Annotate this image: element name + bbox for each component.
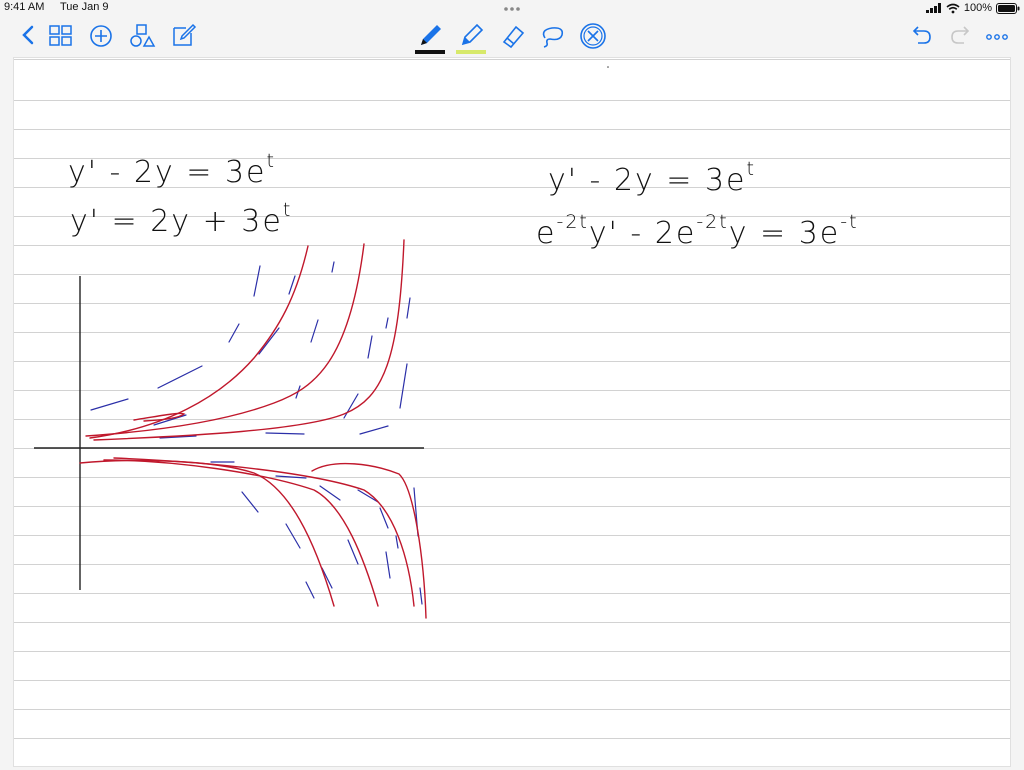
wifi-icon (946, 3, 960, 13)
close-tools-icon (580, 23, 606, 49)
thumbnails-button[interactable] (44, 18, 78, 52)
pen-icon (415, 25, 445, 54)
slope-mark (228, 323, 240, 343)
slope-mark (406, 297, 411, 319)
slope-mark (157, 365, 203, 389)
lasso-icon (542, 27, 564, 48)
toolbar (0, 16, 1024, 58)
back-icon (22, 25, 34, 45)
more-icon (986, 34, 1008, 40)
slope-mark (331, 261, 335, 273)
solution-curves (79, 239, 427, 619)
slope-mark (275, 475, 307, 479)
shapes-icon (130, 24, 156, 47)
redo-icon (951, 26, 970, 44)
solution-curve (89, 245, 309, 439)
close-tools-button[interactable] (576, 18, 610, 52)
note-page[interactable]: y' - 2y = 3et y' = 2y + 3et y' - 2y = 3e… (14, 58, 1010, 766)
undo-icon (912, 26, 931, 44)
slope-mark (319, 485, 341, 501)
shapes-button[interactable] (125, 18, 159, 52)
status-date: Tue Jan 9 (60, 1, 109, 13)
slope-mark (385, 551, 391, 579)
slope-mark (253, 265, 261, 297)
slope-mark (90, 398, 129, 411)
highlighter-tool-button[interactable] (454, 18, 490, 54)
slope-mark (305, 581, 315, 599)
direction-field-sketch (34, 66, 609, 619)
edit-button[interactable] (166, 18, 200, 52)
thumbnails-icon (49, 25, 72, 46)
solution-curve (93, 239, 405, 441)
lasso-tool-button[interactable] (535, 18, 569, 52)
slope-mark (419, 587, 423, 605)
slope-mark (310, 319, 319, 343)
status-indicators: 100% (925, 0, 1020, 16)
solution-curve (311, 462, 427, 619)
solution-curve (79, 459, 335, 607)
stray-dot (607, 66, 609, 68)
add-page-icon (90, 25, 112, 47)
status-time: 9:41 AM (4, 1, 45, 13)
solution-curve (85, 243, 365, 437)
highlighter-icon (456, 23, 486, 54)
eraser-icon (502, 25, 525, 49)
slope-mark (395, 535, 399, 549)
add-page-button[interactable] (84, 18, 118, 52)
slope-mark (285, 523, 301, 549)
slope-mark (347, 539, 359, 565)
back-button[interactable] (12, 18, 46, 52)
slope-mark (367, 335, 373, 359)
redo-button[interactable] (944, 18, 978, 52)
undo-button[interactable] (904, 18, 938, 52)
pen-tool-button[interactable] (413, 18, 449, 54)
edit-icon (173, 23, 197, 46)
slope-mark (385, 317, 389, 329)
multitasking-dots-icon[interactable] (500, 0, 524, 16)
slope-mark (359, 425, 389, 435)
direction-field-slashes (90, 261, 423, 605)
eraser-tool-button[interactable] (495, 18, 529, 52)
status-bar: 9:41 AM Tue Jan 9 100% (0, 0, 1024, 16)
slope-mark (241, 491, 259, 513)
signal-icon (925, 3, 941, 13)
slope-mark (399, 363, 408, 409)
slope-mark (379, 507, 389, 529)
slope-mark (265, 432, 305, 435)
slope-mark (258, 327, 280, 355)
more-button[interactable] (980, 18, 1014, 52)
solution-curve (113, 457, 415, 607)
battery-icon (996, 2, 1020, 14)
slope-mark (343, 393, 359, 419)
battery-percent: 100% (963, 2, 992, 14)
